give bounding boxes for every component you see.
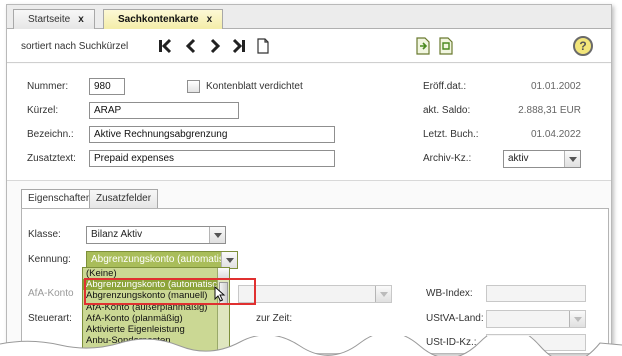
chevron-down-icon[interactable] — [564, 151, 580, 167]
kontenblatt-checkbox[interactable] — [187, 80, 200, 93]
zusatztext-label: Zusatztext: — [27, 153, 76, 164]
tab-label: Startseite — [28, 14, 71, 25]
kuerzel-label: Kürzel: — [27, 105, 59, 116]
next-record-icon — [210, 38, 221, 54]
letzt-buch-label: Letzt. Buch.: — [423, 129, 479, 140]
import-document-icon[interactable] — [437, 37, 455, 55]
highlight-box — [84, 278, 256, 305]
ustva-land-label: UStVA-Land: — [426, 313, 484, 324]
account-header-form: Nummer: 980 Kontenblatt verdichtet Kürze… — [7, 64, 611, 181]
afa-konto-select[interactable] — [238, 285, 392, 303]
chevron-down-icon[interactable] — [375, 286, 391, 302]
close-tab-icon[interactable]: x — [78, 14, 84, 25]
last-record-icon — [232, 38, 245, 54]
nummer-input[interactable]: 980 — [89, 78, 125, 95]
afa-konto-label: AfA-Konto — [28, 288, 74, 299]
next-record-button[interactable] — [205, 36, 225, 56]
tab-zusatzfelder[interactable]: Zusatzfelder — [89, 189, 159, 208]
chevron-down-icon[interactable] — [569, 311, 585, 327]
saldo-value: 2.888,31 EUR — [518, 105, 581, 116]
sort-label: sortiert nach Suchkürzel — [21, 41, 129, 52]
tab-startseite[interactable]: Startseite x — [13, 9, 95, 29]
archiv-value: aktiv — [508, 153, 529, 164]
previous-record-icon — [185, 38, 196, 54]
previous-record-button[interactable] — [181, 36, 201, 56]
zusatztext-input[interactable]: Prepaid expenses — [89, 150, 335, 167]
nummer-label: Nummer: — [27, 81, 69, 92]
first-record-icon — [159, 38, 172, 54]
kontenblatt-label: Kontenblatt verdichtet — [206, 81, 303, 92]
klasse-select[interactable]: Bilanz Aktiv — [86, 226, 226, 244]
new-document-icon — [257, 38, 269, 54]
first-record-button[interactable] — [155, 36, 175, 56]
kuerzel-input[interactable]: ARAP — [89, 102, 239, 119]
tab-label: Sachkontenkarte — [118, 14, 199, 25]
archiv-select[interactable]: aktiv — [503, 150, 581, 168]
steuerart-label: Steuerart: — [28, 313, 72, 324]
letzt-buch-value: 01.04.2022 — [530, 129, 581, 140]
tab-sachkontenkarte[interactable]: Sachkontenkarte x — [103, 9, 224, 30]
toolbar: sortiert nach Suchkürzel ? — [7, 29, 611, 63]
torn-edge-decoration — [0, 336, 622, 356]
mouse-pointer-icon — [214, 286, 226, 302]
list-item[interactable]: Aktivierte Eigenleistung — [83, 324, 229, 335]
chevron-down-icon[interactable] — [221, 252, 237, 268]
bezeichn-input[interactable]: Aktive Rechnungsabgrenzung — [89, 126, 335, 143]
list-item[interactable]: AfA-Konto (planmäßig) — [83, 313, 229, 324]
tab-eigenschaften[interactable]: Eigenschaften — [21, 189, 99, 209]
kennung-label: Kennung: — [28, 254, 71, 265]
wb-index-label: WB-Index: — [426, 288, 473, 299]
zur-zeit-label: zur Zeit: — [256, 313, 293, 324]
ustva-land-select[interactable] — [486, 310, 586, 328]
tab-strip: Startseite x Sachkontenkarte x — [7, 5, 611, 30]
bezeichn-label: Bezeichn.: — [27, 129, 74, 140]
new-record-button[interactable] — [253, 36, 273, 56]
klasse-label: Klasse: — [28, 229, 61, 240]
last-record-button[interactable] — [229, 36, 249, 56]
eroeff-label: Eröff.dat.: — [423, 81, 467, 92]
close-tab-icon[interactable]: x — [207, 14, 213, 25]
saldo-label: akt. Saldo: — [423, 105, 471, 116]
wb-index-input[interactable] — [486, 285, 586, 302]
eroeff-value: 01.01.2002 — [530, 81, 581, 92]
kennung-value: Abgrenzungskonto (automatisch — [91, 254, 235, 265]
chevron-down-icon[interactable] — [209, 227, 225, 243]
help-icon[interactable]: ? — [573, 36, 593, 56]
klasse-value: Bilanz Aktiv — [91, 229, 143, 240]
archiv-label: Archiv-Kz.: — [423, 153, 472, 164]
export-document-icon[interactable] — [414, 37, 432, 55]
